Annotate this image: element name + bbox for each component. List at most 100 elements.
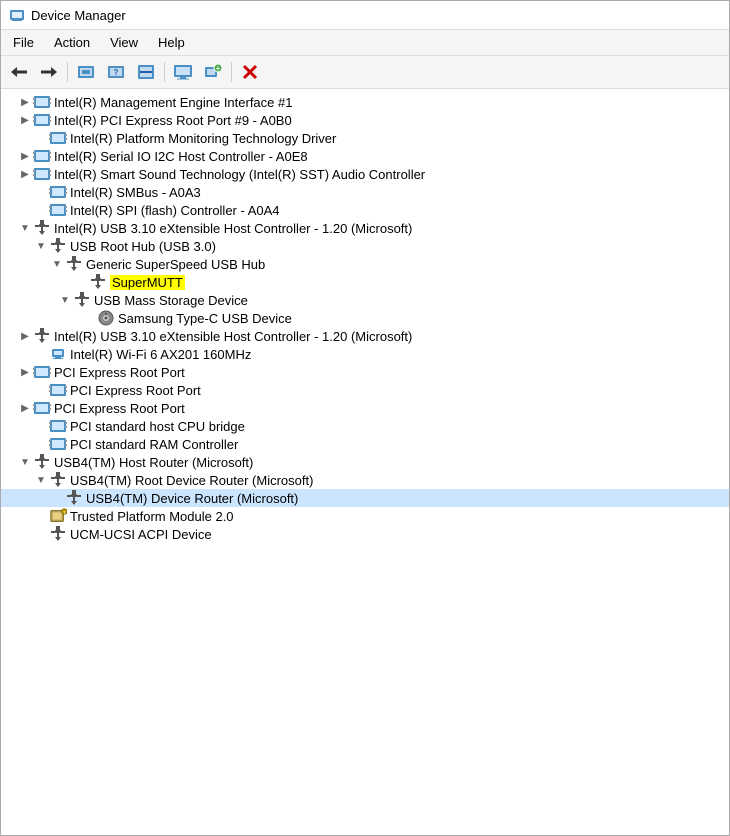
icon-intel-serial-io bbox=[33, 148, 51, 164]
update-driver-button[interactable]: ? bbox=[102, 59, 130, 85]
label-ucm-ucsi: UCM-UCSI ACPI Device bbox=[70, 527, 212, 542]
expand-intel-serial-io[interactable]: ▶ bbox=[17, 148, 33, 164]
expand-intel-pci-root[interactable]: ▶ bbox=[17, 112, 33, 128]
device-tree[interactable]: ▶ Intel(R) Management Engine Interface #… bbox=[1, 89, 729, 835]
tree-item-intel-sound[interactable]: ▶ Intel(R) Smart Sound Technology (Intel… bbox=[1, 165, 729, 183]
label-intel-sound: Intel(R) Smart Sound Technology (Intel(R… bbox=[54, 167, 425, 182]
label-generic-superspeed: Generic SuperSpeed USB Hub bbox=[86, 257, 265, 272]
icon-ucm-ucsi bbox=[49, 526, 67, 542]
label-intel-usb31: Intel(R) USB 3.10 eXtensible Host Contro… bbox=[54, 221, 412, 236]
toolbar-separator-2 bbox=[164, 62, 165, 82]
tree-item-pci-ram[interactable]: ▶ PCI standard RAM Controller bbox=[1, 435, 729, 453]
label-tpm: Trusted Platform Module 2.0 bbox=[70, 509, 234, 524]
expand-usb-mass[interactable]: ▼ bbox=[57, 292, 73, 308]
tree-item-usb-mass[interactable]: ▼ USB Mass Storage Device bbox=[1, 291, 729, 309]
label-intel-wifi: Intel(R) Wi-Fi 6 AX201 160MHz bbox=[70, 347, 251, 362]
icon-tpm: ! bbox=[49, 508, 67, 524]
menu-action[interactable]: Action bbox=[46, 32, 98, 53]
tree-item-intel-platform[interactable]: ▶ Intel(R) Platform Monitoring Technolog… bbox=[1, 129, 729, 147]
label-intel-platform: Intel(R) Platform Monitoring Technology … bbox=[70, 131, 336, 146]
tree-item-intel-serial-io[interactable]: ▶ Intel(R) Serial IO I2C Host Controller… bbox=[1, 147, 729, 165]
tree-item-pci-cpu-bridge[interactable]: ▶ PCI standard host CPU bridge bbox=[1, 417, 729, 435]
icon-intel-usb31 bbox=[33, 220, 51, 236]
label-pci-cpu-bridge: PCI standard host CPU bridge bbox=[70, 419, 245, 434]
properties-button[interactable] bbox=[72, 59, 100, 85]
tree-item-usb-root-hub[interactable]: ▼ USB Root Hub (USB 3.0) bbox=[1, 237, 729, 255]
icon-usb4-host bbox=[33, 454, 51, 470]
properties-icon bbox=[76, 63, 96, 81]
add-device-icon: + bbox=[203, 63, 223, 81]
toolbar-separator-3 bbox=[231, 62, 232, 82]
back-button[interactable] bbox=[5, 59, 33, 85]
tree-item-samsung-type-c[interactable]: ▶ Samsung Type-C USB Device bbox=[1, 309, 729, 327]
label-intel-spi: Intel(R) SPI (flash) Controller - A0A4 bbox=[70, 203, 280, 218]
icon-intel-smbus bbox=[49, 184, 67, 200]
forward-button[interactable] bbox=[35, 59, 63, 85]
toolbar: ? + bbox=[1, 56, 729, 89]
label-usb-root-hub: USB Root Hub (USB 3.0) bbox=[70, 239, 216, 254]
window-title: Device Manager bbox=[31, 8, 126, 23]
icon-intel-platform bbox=[49, 130, 67, 146]
app-icon bbox=[9, 7, 25, 23]
expand-intel-usb31-2[interactable]: ▶ bbox=[17, 328, 33, 344]
expand-intel-sound[interactable]: ▶ bbox=[17, 166, 33, 182]
svg-text:?: ? bbox=[114, 68, 119, 77]
label-supermutt: SuperMUTT bbox=[110, 275, 185, 290]
label-intel-pci-root: Intel(R) PCI Express Root Port #9 - A0B0 bbox=[54, 113, 292, 128]
tree-item-supermutt[interactable]: ▶ SuperMUTT bbox=[1, 273, 729, 291]
menu-bar: File Action View Help bbox=[1, 30, 729, 56]
expand-generic-superspeed[interactable]: ▼ bbox=[49, 256, 65, 272]
icon-pci-root-1 bbox=[33, 364, 51, 380]
tree-item-usb4-device[interactable]: ▶ USB4(TM) Device Router (Microsoft) bbox=[1, 489, 729, 507]
label-intel-serial-io: Intel(R) Serial IO I2C Host Controller -… bbox=[54, 149, 308, 164]
device-manager-window: Device Manager File Action View Help bbox=[0, 0, 730, 836]
label-pci-root-1: PCI Express Root Port bbox=[54, 365, 185, 380]
icon-supermutt bbox=[89, 274, 107, 290]
label-usb4-root-device: USB4(TM) Root Device Router (Microsoft) bbox=[70, 473, 313, 488]
icon-samsung-type-c bbox=[97, 310, 115, 326]
icon-intel-wifi bbox=[49, 346, 67, 362]
menu-help[interactable]: Help bbox=[150, 32, 193, 53]
label-pci-root-2: PCI Express Root Port bbox=[70, 383, 201, 398]
icon-generic-superspeed bbox=[65, 256, 83, 272]
tree-item-ucm-ucsi[interactable]: ▶ UCM-UCSI ACPI Device bbox=[1, 525, 729, 543]
tree-item-pci-root-2[interactable]: ▶ PCI Express Root Port bbox=[1, 381, 729, 399]
tree-item-pci-root-3[interactable]: ▶ PCI Express Root Port bbox=[1, 399, 729, 417]
expand-usb-root-hub[interactable]: ▼ bbox=[33, 238, 49, 254]
tree-item-usb4-host[interactable]: ▼ USB4(TM) Host Router (Microsoft) bbox=[1, 453, 729, 471]
remove-button[interactable] bbox=[236, 59, 264, 85]
expand-intel-usb31[interactable]: ▼ bbox=[17, 220, 33, 236]
tree-item-intel-spi[interactable]: ▶ Intel(R) SPI (flash) Controller - A0A4 bbox=[1, 201, 729, 219]
scan-button[interactable] bbox=[132, 59, 160, 85]
expand-intel-mgmt[interactable]: ▶ bbox=[17, 94, 33, 110]
label-usb4-device: USB4(TM) Device Router (Microsoft) bbox=[86, 491, 298, 506]
tree-item-pci-root-1[interactable]: ▶ PCI Express Root Port bbox=[1, 363, 729, 381]
tree-item-tpm[interactable]: ▶ ! Trusted Platform Module 2.0 bbox=[1, 507, 729, 525]
scan-icon bbox=[136, 63, 156, 81]
update-driver-icon: ? bbox=[106, 63, 126, 81]
tree-item-intel-mgmt[interactable]: ▶ Intel(R) Management Engine Interface #… bbox=[1, 93, 729, 111]
icon-pci-root-2 bbox=[49, 382, 67, 398]
icon-pci-root-3 bbox=[33, 400, 51, 416]
icon-usb-root-hub bbox=[49, 238, 67, 254]
tree-item-intel-smbus[interactable]: ▶ Intel(R) SMBus - A0A3 bbox=[1, 183, 729, 201]
expand-pci-root-3[interactable]: ▶ bbox=[17, 400, 33, 416]
tree-item-intel-pci-root[interactable]: ▶ Intel(R) PCI Express Root Port #9 - A0… bbox=[1, 111, 729, 129]
tree-item-intel-wifi[interactable]: ▶ Intel(R) Wi-Fi 6 AX201 160MHz bbox=[1, 345, 729, 363]
tree-item-intel-usb31-2[interactable]: ▶ Intel(R) USB 3.10 eXtensible Host Cont… bbox=[1, 327, 729, 345]
expand-usb4-host[interactable]: ▼ bbox=[17, 454, 33, 470]
menu-file[interactable]: File bbox=[5, 32, 42, 53]
title-bar: Device Manager bbox=[1, 1, 729, 30]
add-device-button[interactable]: + bbox=[199, 59, 227, 85]
expand-pci-root-1[interactable]: ▶ bbox=[17, 364, 33, 380]
icon-pci-ram bbox=[49, 436, 67, 452]
label-intel-mgmt: Intel(R) Management Engine Interface #1 bbox=[54, 95, 292, 110]
tree-item-intel-usb31[interactable]: ▼ Intel(R) USB 3.10 eXtensible Host Cont… bbox=[1, 219, 729, 237]
tree-item-usb4-root-device[interactable]: ▼ USB4(TM) Root Device Router (Microsoft… bbox=[1, 471, 729, 489]
monitor-button[interactable] bbox=[169, 59, 197, 85]
label-intel-smbus: Intel(R) SMBus - A0A3 bbox=[70, 185, 201, 200]
tree-item-generic-superspeed[interactable]: ▼ Generic SuperSpeed USB Hub bbox=[1, 255, 729, 273]
icon-usb4-device bbox=[65, 490, 83, 506]
menu-view[interactable]: View bbox=[102, 32, 146, 53]
expand-usb4-root-device[interactable]: ▼ bbox=[33, 472, 49, 488]
